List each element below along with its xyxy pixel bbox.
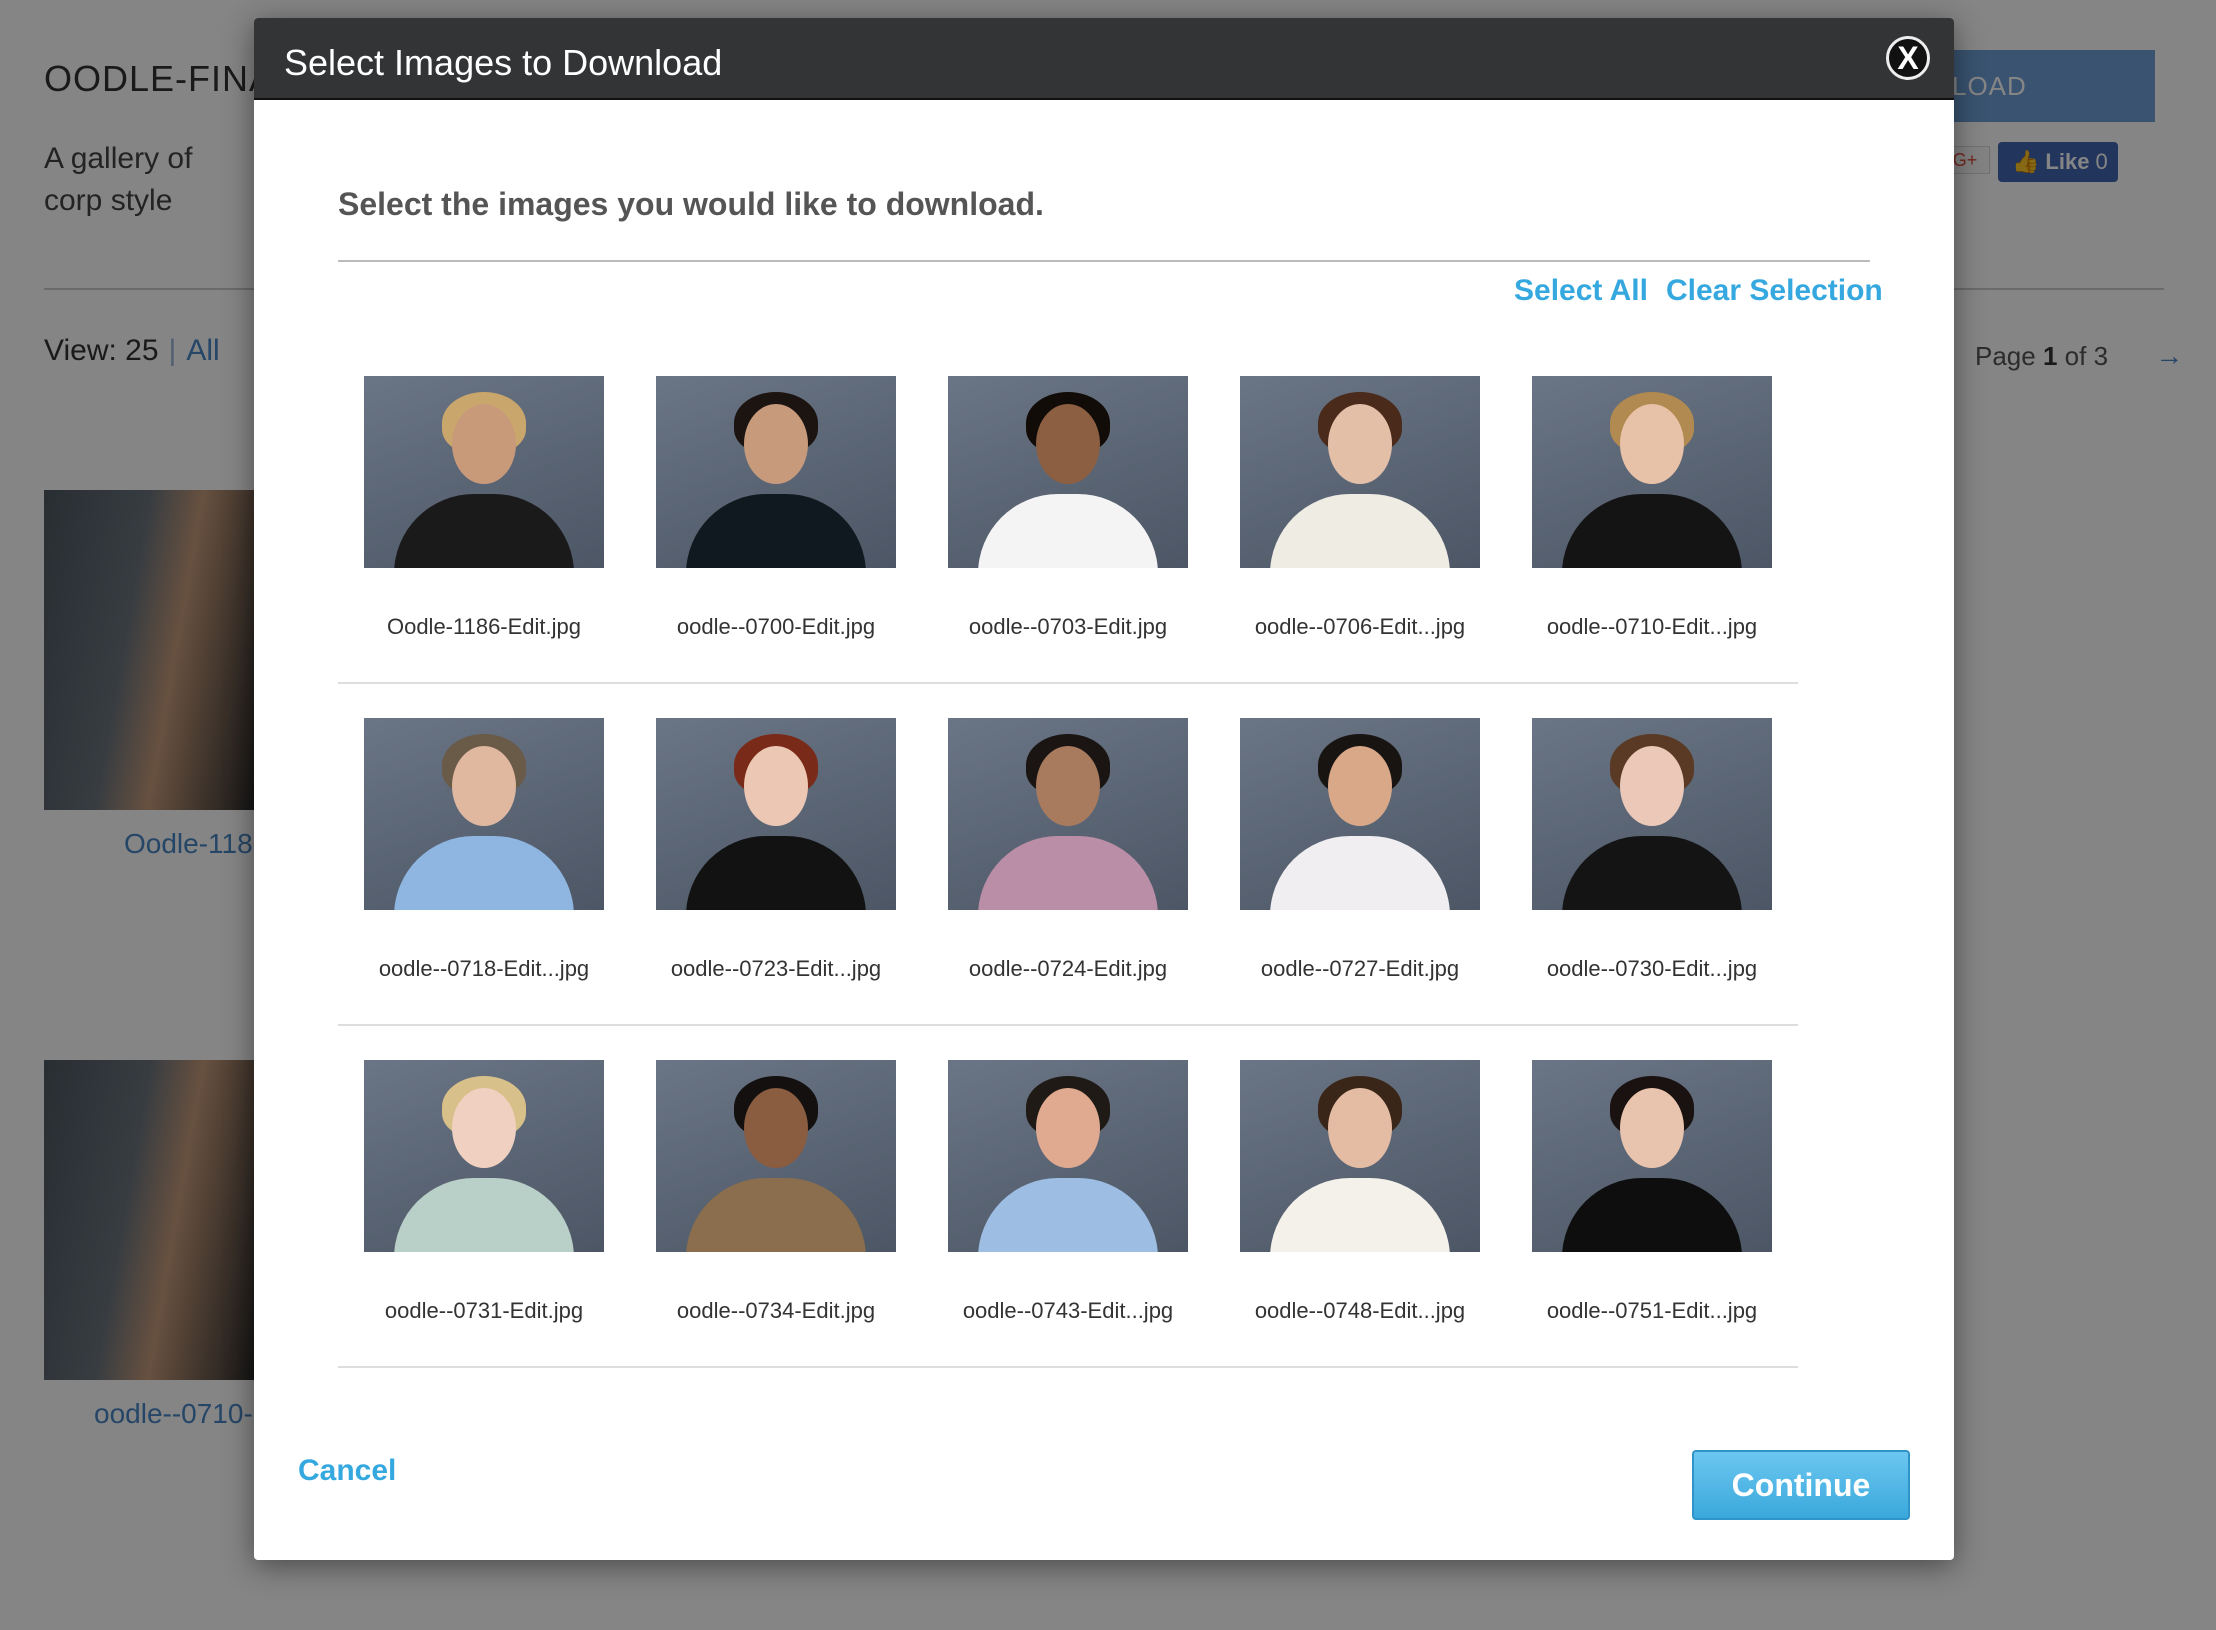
cancel-link[interactable]: Cancel bbox=[298, 1454, 396, 1488]
image-tile[interactable]: oodle--0748-Edit...jpg bbox=[1214, 1060, 1506, 1324]
image-tile[interactable]: oodle--0743-Edit...jpg bbox=[922, 1060, 1214, 1324]
image-tile[interactable]: oodle--0718-Edit...jpg bbox=[338, 718, 630, 982]
portrait-thumbnail[interactable] bbox=[1532, 1060, 1772, 1252]
image-filename: oodle--0703-Edit.jpg bbox=[968, 614, 1168, 639]
clear-selection-link[interactable]: Clear Selection bbox=[1666, 274, 1883, 308]
divider bbox=[338, 260, 1870, 262]
image-row: oodle--0731-Edit.jpg oodle--0734-Edit.jpg… bbox=[338, 1026, 1798, 1368]
modal-title: Select Images to Download bbox=[284, 42, 723, 83]
image-tile[interactable]: oodle--0731-Edit.jpg bbox=[338, 1060, 630, 1324]
portrait-thumbnail[interactable] bbox=[656, 718, 896, 910]
image-tile[interactable]: oodle--0730-Edit...jpg bbox=[1506, 718, 1798, 982]
image-filename: oodle--0727-Edit.jpg bbox=[1260, 956, 1460, 981]
image-filename: oodle--0700-Edit.jpg bbox=[676, 614, 876, 639]
portrait-thumbnail[interactable] bbox=[1532, 376, 1772, 568]
portrait-thumbnail[interactable] bbox=[1532, 718, 1772, 910]
portrait-thumbnail[interactable] bbox=[1240, 1060, 1480, 1252]
portrait-thumbnail[interactable] bbox=[656, 376, 896, 568]
image-row: Oodle-1186-Edit.jpg oodle--0700-Edit.jpg o… bbox=[338, 342, 1798, 684]
portrait-thumbnail[interactable] bbox=[1240, 376, 1480, 568]
portrait-thumbnail[interactable] bbox=[364, 718, 604, 910]
image-tile[interactable]: oodle--0700-Edit.jpg bbox=[630, 376, 922, 640]
portrait-thumbnail[interactable] bbox=[364, 1060, 604, 1252]
image-selection-grid: Oodle-1186-Edit.jpg oodle--0700-Edit.jpg o… bbox=[338, 342, 1798, 1368]
image-tile[interactable]: oodle--0751-Edit...jpg bbox=[1506, 1060, 1798, 1324]
portrait-thumbnail[interactable] bbox=[364, 376, 604, 568]
close-button[interactable]: X bbox=[1886, 36, 1930, 80]
image-filename: oodle--0734-Edit.jpg bbox=[676, 1298, 876, 1323]
image-filename: oodle--0731-Edit.jpg bbox=[384, 1298, 584, 1323]
download-modal: Select Images to Download X Select the i… bbox=[254, 18, 1954, 1560]
image-tile[interactable]: Oodle-1186-Edit.jpg bbox=[338, 376, 630, 640]
image-tile[interactable]: oodle--0734-Edit.jpg bbox=[630, 1060, 922, 1324]
portrait-thumbnail[interactable] bbox=[948, 376, 1188, 568]
image-filename: oodle--0748-Edit...jpg bbox=[1254, 1298, 1466, 1323]
image-filename: oodle--0743-Edit...jpg bbox=[962, 1298, 1174, 1323]
continue-button[interactable]: Continue bbox=[1692, 1450, 1910, 1520]
instructions-heading: Select the images you would like to down… bbox=[338, 186, 1044, 222]
image-row: oodle--0718-Edit...jpg oodle--0723-Edit..… bbox=[338, 684, 1798, 1026]
portrait-thumbnail[interactable] bbox=[656, 1060, 896, 1252]
portrait-thumbnail[interactable] bbox=[1240, 718, 1480, 910]
image-tile[interactable]: oodle--0724-Edit.jpg bbox=[922, 718, 1214, 982]
portrait-thumbnail[interactable] bbox=[948, 718, 1188, 910]
image-filename: oodle--0751-Edit...jpg bbox=[1546, 1298, 1758, 1323]
image-filename: oodle--0730-Edit...jpg bbox=[1546, 956, 1758, 981]
image-filename: oodle--0710-Edit...jpg bbox=[1546, 614, 1758, 639]
image-filename: oodle--0724-Edit.jpg bbox=[968, 956, 1168, 981]
image-filename: oodle--0723-Edit...jpg bbox=[670, 956, 882, 981]
image-tile[interactable]: oodle--0727-Edit.jpg bbox=[1214, 718, 1506, 982]
image-tile[interactable]: oodle--0710-Edit...jpg bbox=[1506, 376, 1798, 640]
portrait-thumbnail[interactable] bbox=[948, 1060, 1188, 1252]
image-tile[interactable]: oodle--0703-Edit.jpg bbox=[922, 376, 1214, 640]
image-filename: oodle--0706-Edit...jpg bbox=[1254, 614, 1466, 639]
image-filename: oodle--0718-Edit...jpg bbox=[378, 956, 590, 981]
modal-header: Select Images to Download X bbox=[254, 18, 1954, 100]
image-filename: Oodle-1186-Edit.jpg bbox=[386, 614, 582, 639]
select-all-link[interactable]: Select All bbox=[1514, 274, 1648, 308]
image-tile[interactable]: oodle--0723-Edit...jpg bbox=[630, 718, 922, 982]
image-tile[interactable]: oodle--0706-Edit...jpg bbox=[1214, 376, 1506, 640]
